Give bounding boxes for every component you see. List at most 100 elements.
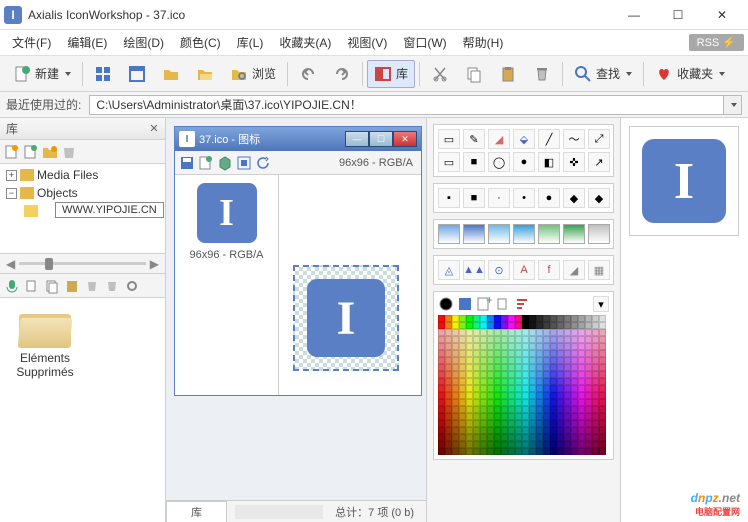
redo-button[interactable] <box>326 60 358 88</box>
doc-save-icon[interactable] <box>179 155 195 171</box>
browse-button[interactable]: 浏览 <box>223 60 283 88</box>
menu-view[interactable]: 视图(V) <box>339 32 395 53</box>
brush-xs[interactable]: ▪ <box>438 188 460 208</box>
palette-dropdown[interactable]: ▾ <box>593 296 609 312</box>
paste-button[interactable] <box>492 60 524 88</box>
tool-line[interactable]: ╱ <box>538 129 560 149</box>
search-button[interactable]: 查找 <box>567 60 639 88</box>
brush-dot-xs[interactable]: · <box>488 188 510 208</box>
library-file-item[interactable]: ElémentsSupprimés <box>10 308 80 380</box>
rss-badge[interactable]: RSS ⚡ <box>689 34 744 51</box>
effect-tool-4[interactable]: f <box>538 260 560 280</box>
lib-mic-icon[interactable] <box>4 278 20 294</box>
palette-save-icon[interactable] <box>457 296 473 312</box>
doc-add-icon[interactable] <box>198 155 214 171</box>
brush-s[interactable]: ■ <box>463 188 485 208</box>
cut-button[interactable] <box>424 60 456 88</box>
menu-edit[interactable]: 编辑(E) <box>59 32 115 53</box>
lib-paste-icon[interactable] <box>64 278 80 294</box>
tool-select[interactable]: ▭ <box>438 129 460 149</box>
tool-eraser[interactable]: ◢ <box>488 129 510 149</box>
brush-diamond-m[interactable]: ◆ <box>588 188 610 208</box>
favorites-button[interactable]: 收藏夹 <box>648 60 732 88</box>
gradient-swatch-5[interactable] <box>563 224 585 244</box>
canvas-area[interactable]: I <box>279 175 421 395</box>
zoom-slider[interactable] <box>19 262 146 265</box>
effect-tool-3[interactable]: A <box>513 260 535 280</box>
lib-copy-icon[interactable] <box>24 278 40 294</box>
tool-ellipse-fill[interactable]: ● <box>513 152 535 172</box>
palette-add-icon[interactable]: + <box>476 296 492 312</box>
undo-button[interactable] <box>292 60 324 88</box>
delete-button[interactable] <box>526 60 558 88</box>
effect-tool-2[interactable]: ⊙ <box>488 260 510 280</box>
lib-copy2-icon[interactable] <box>44 278 60 294</box>
tool-rect[interactable]: ▭ <box>438 152 460 172</box>
effect-tool-1[interactable]: ▲▲ <box>463 260 485 280</box>
doc-max-button[interactable]: ☐ <box>369 131 393 147</box>
path-input[interactable] <box>89 95 724 115</box>
tool-picker[interactable]: ⤢ <box>588 129 610 149</box>
tool-3d[interactable]: ◧ <box>538 152 560 172</box>
effect-tool-6[interactable]: ▦ <box>588 260 610 280</box>
gradient-swatch-1[interactable] <box>463 224 485 244</box>
brush-dot-s[interactable]: • <box>513 188 535 208</box>
doc-cube-icon[interactable] <box>217 155 233 171</box>
minimize-button[interactable]: — <box>612 1 656 29</box>
close-button[interactable]: ✕ <box>700 1 744 29</box>
doc-close-button[interactable]: ✕ <box>393 131 417 147</box>
brush-diamond-s[interactable]: ◆ <box>563 188 585 208</box>
tool-curve[interactable]: 〜 <box>563 129 585 149</box>
palette-wheel-icon[interactable] <box>438 296 454 312</box>
gradient-swatch-4[interactable] <box>538 224 560 244</box>
tb-btn-1[interactable] <box>87 60 119 88</box>
lib-new2-icon[interactable] <box>23 144 39 160</box>
gradient-swatch-3[interactable] <box>513 224 535 244</box>
icon-thumbnail[interactable]: I <box>197 183 257 243</box>
new-button[interactable]: 新建 <box>6 60 78 88</box>
color-palette-grid[interactable] <box>438 315 609 455</box>
tool-picker2[interactable]: ✜ <box>563 152 585 172</box>
gradient-swatch-2[interactable] <box>488 224 510 244</box>
effect-tool-5[interactable]: ◢ <box>563 260 585 280</box>
lib-trash-icon[interactable] <box>84 278 100 294</box>
lib-folder-new-icon[interactable] <box>42 144 58 160</box>
tool-ellipse[interactable]: ◯ <box>488 152 510 172</box>
gradient-swatch-0[interactable] <box>438 224 460 244</box>
doc-refresh-icon[interactable] <box>255 155 271 171</box>
menu-window[interactable]: 窗口(W) <box>395 32 454 53</box>
copy-button[interactable] <box>458 60 490 88</box>
doc-min-button[interactable]: — <box>345 131 369 147</box>
panel-close-icon[interactable]: ✕ <box>147 121 161 135</box>
canvas[interactable]: I <box>293 265 399 371</box>
doc-resize-icon[interactable] <box>236 155 252 171</box>
palette-copy-icon[interactable] <box>495 296 511 312</box>
tool-pencil[interactable]: ✎ <box>463 129 485 149</box>
brush-dot-m[interactable]: ● <box>538 188 560 208</box>
tb-btn-4[interactable] <box>189 60 221 88</box>
tool-fill[interactable]: ⬙ <box>513 129 535 149</box>
menu-file[interactable]: 文件(F) <box>4 32 59 53</box>
menu-draw[interactable]: 绘图(D) <box>115 32 172 53</box>
maximize-button[interactable]: ☐ <box>656 1 700 29</box>
gradient-swatch-6[interactable] <box>588 224 610 244</box>
tb-btn-3[interactable] <box>155 60 187 88</box>
tb-btn-2[interactable] <box>121 60 153 88</box>
menu-color[interactable]: 颜色(C) <box>172 32 229 53</box>
effect-tool-0[interactable]: ◬ <box>438 260 460 280</box>
lib-trash2-icon[interactable] <box>104 278 120 294</box>
lib-delete-icon[interactable] <box>61 144 77 160</box>
path-dropdown[interactable] <box>724 95 742 115</box>
lib-new-icon[interactable] <box>4 144 20 160</box>
menu-help[interactable]: 帮助(H) <box>455 32 512 53</box>
menu-library[interactable]: 库(L) <box>229 32 272 53</box>
menu-favorites[interactable]: 收藏夹(A) <box>271 32 339 53</box>
library-button[interactable]: 库 <box>367 60 415 88</box>
palette-sort-icon[interactable] <box>514 296 530 312</box>
lib-gear-icon[interactable] <box>124 278 140 294</box>
tool-rect-fill[interactable]: ■ <box>463 152 485 172</box>
library-tree[interactable]: +Media Files −Objects WWW.YIPOJIE.CN <box>0 164 165 254</box>
tool-arrow[interactable]: ↗ <box>588 152 610 172</box>
bottom-tab-library[interactable]: 库 <box>166 501 227 522</box>
h-scrollbar[interactable] <box>235 505 323 519</box>
